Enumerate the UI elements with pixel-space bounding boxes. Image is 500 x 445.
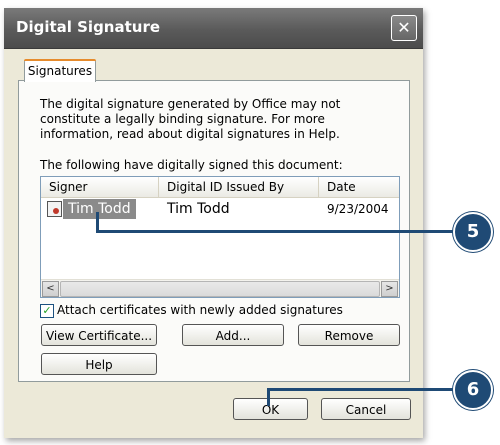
view-certificate-button[interactable]: View Certificate... [41, 324, 157, 346]
callout-badge-6: 6 [453, 370, 493, 410]
signer-cell[interactable]: Tim Todd [63, 199, 136, 219]
attach-certificates-checkbox[interactable]: ✓ [40, 304, 54, 318]
digital-signature-dialog: Digital Signature ✕ Signatures The digit… [4, 8, 423, 438]
chevron-left-icon: < [46, 283, 55, 294]
issuer-cell: Tim Todd [167, 201, 230, 217]
scroll-right-button[interactable]: > [381, 281, 398, 297]
info-text: The digital signature generated by Offic… [40, 97, 341, 141]
ok-button[interactable]: OK [233, 398, 308, 420]
horizontal-scrollbar[interactable]: < > [41, 279, 399, 297]
dialog-title: Digital Signature [16, 18, 161, 36]
scrollbar-thumb[interactable] [60, 281, 380, 297]
column-header-date[interactable]: Date [319, 177, 399, 197]
callout-5-leader-vertical [96, 212, 99, 232]
list-caption: The following have digitally signed this… [40, 158, 343, 172]
help-button[interactable]: Help [41, 353, 157, 375]
callout-badge-5: 5 [453, 212, 493, 252]
title-bar: Digital Signature ✕ [4, 8, 423, 49]
close-button[interactable]: ✕ [391, 15, 417, 41]
callout-6-leader-vertical [267, 390, 270, 406]
column-header-signer[interactable]: Signer [41, 177, 159, 197]
callout-6-leader-horizontal [267, 388, 456, 391]
attach-certificates-label[interactable]: Attach certificates with newly added sig… [57, 303, 343, 317]
callout-5-leader-horizontal [96, 230, 456, 233]
checkmark-icon: ✓ [42, 304, 52, 317]
scroll-left-button[interactable]: < [42, 281, 59, 297]
add-button[interactable]: Add... [182, 324, 284, 346]
chevron-right-icon: > [385, 283, 394, 294]
certificate-icon [47, 201, 62, 217]
remove-button[interactable]: Remove [298, 324, 400, 346]
date-cell: 9/23/2004 [327, 202, 389, 216]
signatures-list[interactable]: Signer Digital ID Issued By Date Tim Tod… [40, 176, 400, 298]
tab-signatures[interactable]: Signatures [24, 59, 96, 82]
list-header: Signer Digital ID Issued By Date [41, 177, 399, 198]
list-item[interactable]: Tim Todd Tim Todd 9/23/2004 [41, 199, 399, 219]
close-icon: ✕ [397, 18, 411, 37]
cancel-button[interactable]: Cancel [321, 398, 411, 420]
column-header-issuer[interactable]: Digital ID Issued By [159, 177, 319, 197]
